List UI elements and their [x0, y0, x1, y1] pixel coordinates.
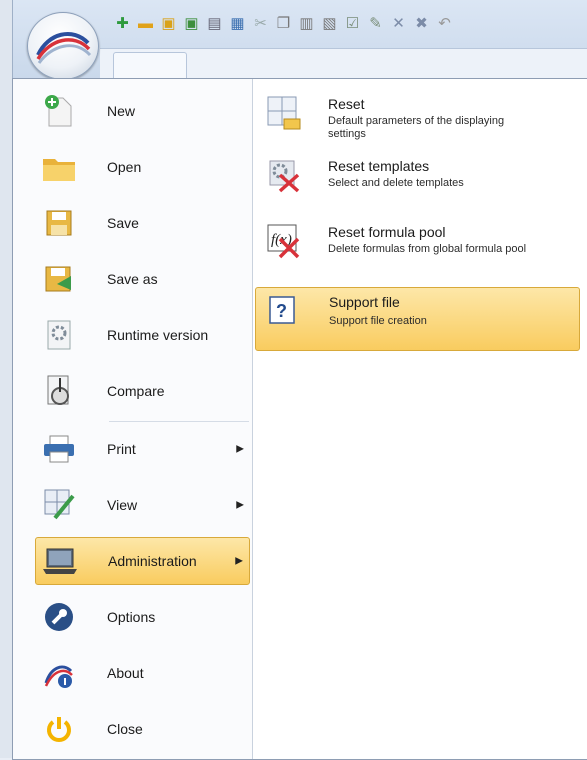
menu-item-runtime-version[interactable]: Runtime version [35, 311, 250, 359]
delete-icon[interactable]: ✕ [388, 13, 409, 34]
menu-item-label: Runtime version [107, 327, 209, 343]
copy-icon[interactable]: ❐ [273, 13, 294, 34]
menu-item-label: Administration [108, 553, 197, 569]
cut-icon[interactable]: ✂ [250, 13, 271, 34]
svg-text:?: ? [276, 301, 287, 321]
info-icon [39, 653, 79, 693]
menu-item-view[interactable]: View ▶ [35, 481, 250, 529]
new-doc-icon[interactable]: ✚ [112, 13, 133, 34]
menu-item-save-as[interactable]: Save as [35, 255, 250, 303]
laptop-icon [40, 541, 80, 581]
menu-item-label: New [107, 103, 136, 119]
submenu-item-reset-templates[interactable]: Reset templates Select and delete templa… [255, 149, 580, 211]
quick-access-toolbar: ✚ ▬ ▣ ▣ ▤ ▦ ✂ ❐ ▥ ▧ ☑ ✎ ✕ ✖ ↶ [112, 13, 455, 37]
help-icon: ? [267, 295, 303, 331]
menu-item-close[interactable]: Close [35, 705, 250, 753]
undo-icon[interactable]: ↶ [434, 13, 455, 34]
open-folder-icon[interactable]: ▬ [135, 13, 156, 34]
compare-icon [39, 371, 79, 411]
menu-item-new[interactable]: New [35, 87, 250, 135]
menu-item-label: Close [107, 721, 143, 737]
floppy-icon [39, 203, 79, 243]
submenu-item-description: Support file creation [329, 315, 427, 327]
menu-item-about[interactable]: About [35, 649, 250, 697]
menu-item-save[interactable]: Save [35, 199, 250, 247]
cross-icon[interactable]: ✖ [411, 13, 432, 34]
menu-item-compare[interactable]: Compare [35, 367, 250, 415]
submenu-item-description: Default parameters of the displaying set… [328, 115, 505, 140]
submenu-item-title: Reset formula pool [328, 224, 446, 240]
ribbon-tab[interactable] [113, 52, 187, 79]
submenu-item-reset[interactable]: Reset Default parameters of the displayi… [255, 87, 580, 149]
submenu-item-title: Reset templates [328, 158, 430, 174]
submenu-item-support-file[interactable]: ? Support file Support file creation [255, 287, 580, 351]
submenu-item-reset-formula-pool[interactable]: f(x) Reset formula pool Delete formulas … [255, 215, 580, 277]
submenu-item-description: Delete formulas from global formula pool [328, 243, 527, 255]
runtime-icon [39, 315, 79, 355]
administration-submenu: Reset Default parameters of the displayi… [255, 79, 587, 759]
application-menu-button[interactable] [27, 12, 99, 80]
power-icon [39, 709, 79, 749]
menu-item-label: Print [107, 441, 136, 457]
menu-item-label: Save [107, 215, 139, 231]
paste-special-icon[interactable]: ▧ [319, 13, 340, 34]
menu-commands: New Open Save Save as Runtime version Co… [13, 79, 253, 759]
edit-icon[interactable]: ✎ [365, 13, 386, 34]
submenu-arrow-icon: ▶ [235, 555, 243, 567]
wrench-icon [39, 597, 79, 637]
save-green-icon[interactable]: ▣ [181, 13, 202, 34]
menu-separator [109, 421, 249, 422]
menu-item-label: About [107, 665, 144, 681]
menu-item-print[interactable]: Print ▶ [35, 425, 250, 473]
application-menu: New Open Save Save as Runtime version Co… [12, 78, 587, 760]
app-logo-icon [36, 32, 92, 64]
menu-item-label: View [107, 497, 138, 513]
view-icon [39, 485, 79, 525]
menu-item-open[interactable]: Open [35, 143, 250, 191]
submenu-arrow-icon: ▶ [236, 499, 244, 511]
print-icon[interactable]: ▦ [227, 13, 248, 34]
menu-item-administration[interactable]: Administration ▶ [35, 537, 250, 585]
paste-icon[interactable]: ▥ [296, 13, 317, 34]
submenu-item-title: Reset [328, 96, 365, 112]
save-as-icon [39, 259, 79, 299]
menu-item-label: Options [107, 609, 156, 625]
submenu-item-title: Support file [329, 294, 400, 310]
printer-icon [39, 429, 79, 469]
reset-layout-icon [266, 95, 302, 131]
reset-templates-icon [266, 157, 302, 193]
folder-icon [39, 147, 79, 187]
check-icon[interactable]: ☑ [342, 13, 363, 34]
formula-delete-icon: f(x) [266, 223, 302, 259]
save-icon[interactable]: ▣ [158, 13, 179, 34]
new-document-icon [39, 91, 79, 131]
menu-item-label: Save as [107, 271, 158, 287]
menu-item-label: Compare [107, 383, 165, 399]
submenu-arrow-icon: ▶ [236, 443, 244, 455]
menu-item-label: Open [107, 159, 142, 175]
submenu-item-description: Select and delete templates [328, 177, 464, 189]
auto-icon[interactable]: ▤ [204, 13, 225, 34]
menu-item-options[interactable]: Options [35, 593, 250, 641]
